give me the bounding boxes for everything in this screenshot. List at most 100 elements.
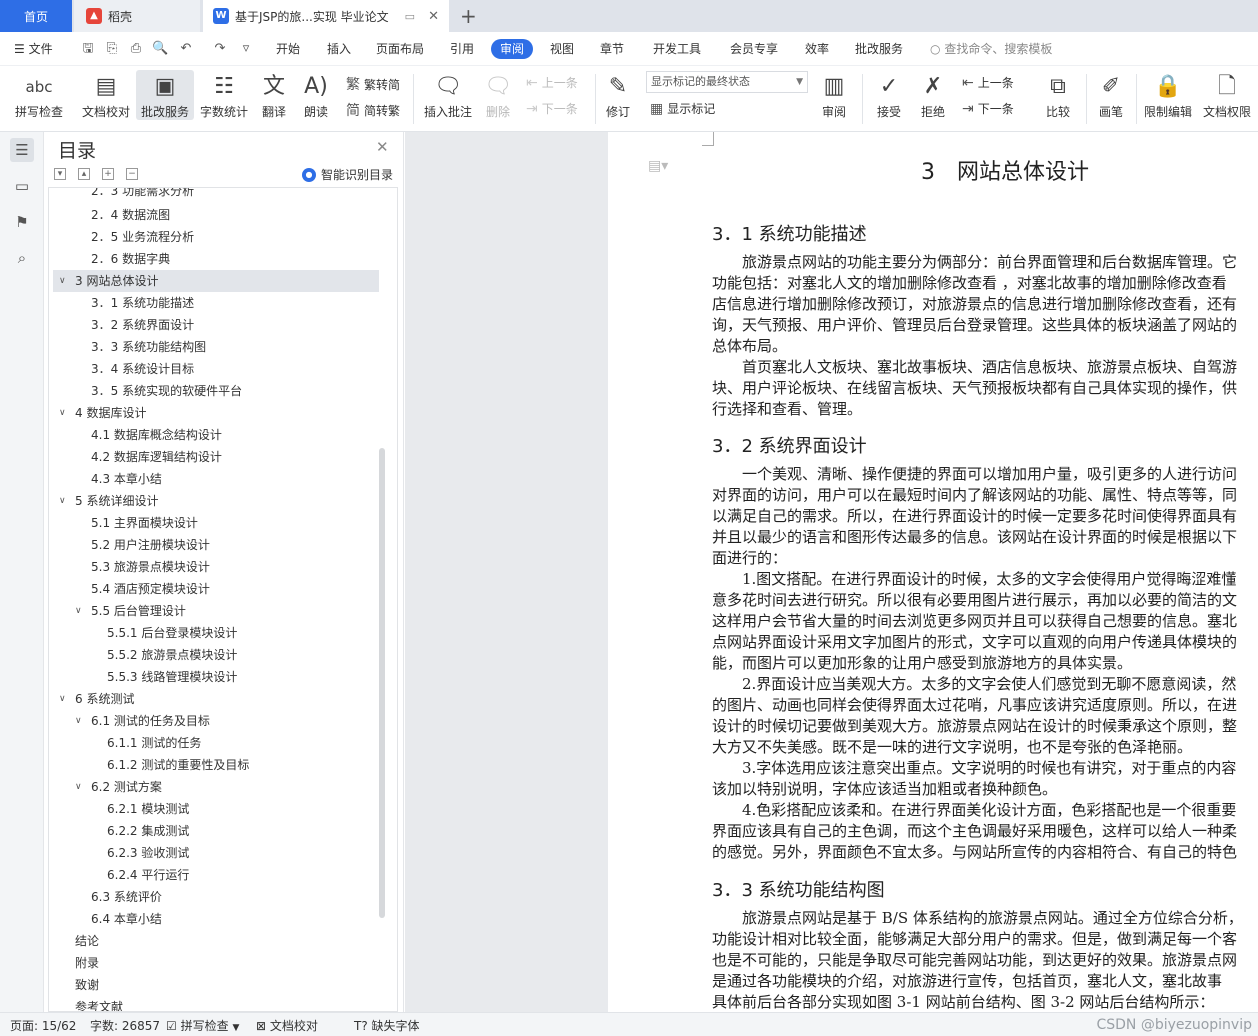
toc-item[interactable]: 5.3 旅游景点模块设计 xyxy=(49,556,397,578)
missing-font-indicator[interactable]: T? 缺失字体 xyxy=(354,1017,420,1034)
remove-heading-icon[interactable]: − xyxy=(126,168,138,180)
search-icon[interactable]: ⌕ xyxy=(10,246,34,270)
undo-icon[interactable]: ↶ xyxy=(178,41,194,57)
add-heading-icon[interactable]: + xyxy=(102,168,114,180)
menu-insert[interactable]: 插入 xyxy=(327,39,351,59)
accept-button[interactable]: ✓ 接受 xyxy=(870,70,908,120)
paragraph-options-icon[interactable]: ▤▾ xyxy=(648,158,668,174)
markup-state-select[interactable]: 显示标记的最终状态 ▼ xyxy=(646,71,808,93)
toc-item[interactable]: 5.5.3 线路管理模块设计 xyxy=(49,666,397,688)
toc-item[interactable]: 6.2.4 平行运行 xyxy=(49,864,397,886)
export-icon[interactable]: ⎘ xyxy=(104,41,120,57)
new-tab-icon[interactable]: + xyxy=(460,4,477,28)
toc-item[interactable]: 4.3 本章小结 xyxy=(49,468,397,490)
next-comment-button[interactable]: ⇥ 下一条 xyxy=(526,100,578,117)
toc-item[interactable]: 6.1.2 测试的重要性及目标 xyxy=(49,754,397,776)
read-aloud-button[interactable]: A) 朗读 xyxy=(298,70,334,120)
toc-item[interactable]: 5.5.2 旅游景点模块设计 xyxy=(49,644,397,666)
toc-item[interactable]: 6.2.2 集成测试 xyxy=(49,820,397,842)
pen-button[interactable]: ✐ 画笔 xyxy=(1094,70,1128,120)
menu-member[interactable]: 会员专享 xyxy=(730,39,778,59)
prev-change-button[interactable]: ⇤ 上一条 xyxy=(962,74,1014,91)
simp-to-trad-button[interactable]: 简简转繁 xyxy=(346,100,400,120)
toc-item[interactable]: 3．5 系统实现的软硬件平台 xyxy=(49,380,397,402)
smart-toc-button[interactable]: ● 智能识别目录 xyxy=(302,166,393,183)
toc-item[interactable]: 5.2 用户注册模块设计 xyxy=(49,534,397,556)
toc-item[interactable]: 6.3 系统评价 xyxy=(49,886,397,908)
toc-item[interactable]: ∨ 6.2 测试方案 xyxy=(49,776,397,798)
menu-layout[interactable]: 页面布局 xyxy=(376,39,424,59)
toc-item[interactable]: 6.2.3 验收测试 xyxy=(49,842,397,864)
translate-button[interactable]: 文翻译 xyxy=(256,70,292,120)
redo-icon[interactable]: ↷ xyxy=(212,41,228,57)
menu-start[interactable]: 开始 xyxy=(276,39,300,59)
command-search[interactable]: ○ 查找命令、搜索模板 xyxy=(930,40,1052,57)
menu-grading[interactable]: 批改服务 xyxy=(855,39,903,59)
insert-comment-button[interactable]: 🗨 插入批注 xyxy=(420,70,476,120)
spell-check-button[interactable]: abc 拼写检查 xyxy=(8,70,70,120)
grading-service-button[interactable]: ▣ 批改服务 xyxy=(136,70,194,120)
review-button[interactable]: ▥ 审阅 xyxy=(816,70,852,120)
toc-item[interactable]: 4.1 数据库概念结构设计 xyxy=(49,424,397,446)
doc-permission-button[interactable]: 🗋 文档权限 xyxy=(1200,70,1254,120)
toc-item[interactable]: 2．6 数据字典 xyxy=(49,248,397,270)
toc-item[interactable]: 2．3 功能需求分析 xyxy=(49,188,397,202)
chapter-nav-icon[interactable]: ▭ xyxy=(10,174,34,198)
toc-item[interactable]: 6.1.1 测试的任务 xyxy=(49,732,397,754)
toc-item[interactable]: 2．4 数据流图 xyxy=(49,204,397,226)
toc-item[interactable]: 5.1 主界面模块设计 xyxy=(49,512,397,534)
word-count-indicator[interactable]: 字数: 26857 xyxy=(90,1017,160,1034)
toc-item[interactable]: ∨ 6.1 测试的任务及目标 xyxy=(49,710,397,732)
toc-item[interactable]: 附录 xyxy=(49,952,397,974)
prev-comment-button[interactable]: ⇤ 上一条 xyxy=(526,74,578,91)
toc-scrollbar[interactable] xyxy=(379,448,385,918)
menu-view[interactable]: 视图 xyxy=(550,39,574,59)
menu-devtools[interactable]: 开发工具 xyxy=(653,39,701,59)
proofread-button[interactable]: ▤ 文档校对 xyxy=(76,70,136,120)
save-icon[interactable]: 🖫 xyxy=(80,41,96,57)
menu-chapter[interactable]: 章节 xyxy=(600,39,624,59)
menu-review[interactable]: 审阅 xyxy=(491,39,534,59)
tab-home[interactable]: 首页 xyxy=(0,0,72,32)
expand-up-icon[interactable]: ▴ xyxy=(78,168,90,180)
print-icon[interactable]: ⎙ xyxy=(128,41,144,57)
toc-item[interactable]: ∨ 5 系统详细设计 xyxy=(49,490,397,512)
toc-item[interactable]: 3．3 系统功能结构图 xyxy=(49,336,397,358)
bookmark-icon[interactable]: ⚑ xyxy=(10,210,34,234)
toc-item[interactable]: 2．5 业务流程分析 xyxy=(49,226,397,248)
toc-item-selected[interactable]: ∨ 3 网站总体设计 xyxy=(53,270,379,292)
menu-efficiency[interactable]: 效率 xyxy=(805,39,829,59)
compare-button[interactable]: ⧉ 比较 xyxy=(1038,70,1078,120)
toc-item[interactable]: ∨ 6 系统测试 xyxy=(49,688,397,710)
next-change-button[interactable]: ⇥ 下一条 xyxy=(962,100,1014,117)
toc-item[interactable]: 致谢 xyxy=(49,974,397,996)
tab-document[interactable]: W 基于JSP的旅...实现 毕业论文 ▭ ✕ xyxy=(203,0,449,32)
toc-item[interactable]: 结论 xyxy=(49,930,397,952)
toc-item[interactable]: 3．1 系统功能描述 xyxy=(49,292,397,314)
status-spell-check[interactable]: ☑ 拼写检查 ▼ xyxy=(166,1017,239,1034)
toc-item[interactable]: 参考文献 xyxy=(49,996,397,1011)
word-count-button[interactable]: ☷ 字数统计 xyxy=(196,70,252,120)
toc-item[interactable]: ∨ 4 数据库设计 xyxy=(49,402,397,424)
toc-item[interactable]: 3．4 系统设计目标 xyxy=(49,358,397,380)
toc-item[interactable]: 5.4 酒店预定模块设计 xyxy=(49,578,397,600)
menu-reference[interactable]: 引用 xyxy=(450,39,474,59)
toc-item[interactable]: ∨ 5.5 后台管理设计 xyxy=(49,600,397,622)
toc-item[interactable]: 6.2.1 模块测试 xyxy=(49,798,397,820)
close-icon[interactable]: ✕ xyxy=(376,138,389,156)
reject-button[interactable]: ✗ 拒绝 xyxy=(914,70,952,120)
print-preview-icon[interactable]: 🔍 xyxy=(152,41,168,57)
status-proofread[interactable]: ⊠ 文档校对 xyxy=(256,1017,318,1034)
toc-item[interactable]: 4.2 数据库逻辑结构设计 xyxy=(49,446,397,468)
file-menu[interactable]: ☰ 文件 xyxy=(14,39,53,59)
delete-comment-button[interactable]: 🗨 删除 xyxy=(480,70,516,120)
toc-item[interactable]: 5.5.1 后台登录模块设计 xyxy=(49,622,397,644)
toc-item[interactable]: 3．2 系统界面设计 xyxy=(49,314,397,336)
page-indicator[interactable]: 页面: 15/62 xyxy=(10,1017,76,1034)
toc-panel-icon[interactable]: ☰ xyxy=(10,138,34,162)
close-tab-icon[interactable]: ✕ xyxy=(428,9,439,24)
window-mini-icon[interactable]: ▭ xyxy=(405,10,415,23)
show-markup-button[interactable]: ▦ 显示标记 xyxy=(650,100,715,117)
collapse-all-icon[interactable]: ▾ xyxy=(54,168,66,180)
toc-item[interactable]: 6.4 本章小结 xyxy=(49,908,397,930)
